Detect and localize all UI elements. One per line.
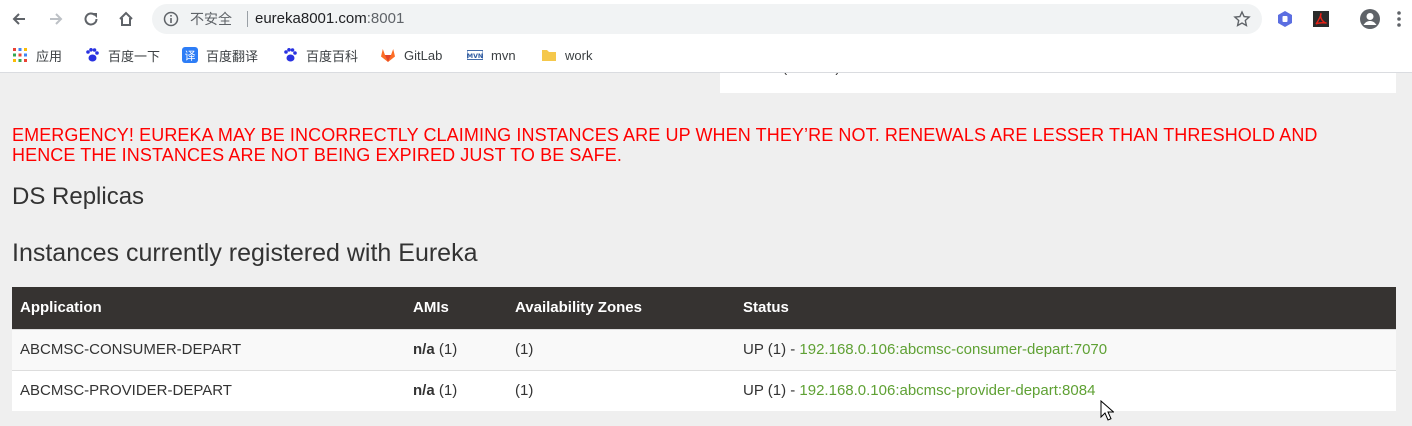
more-vertical-icon bbox=[1397, 11, 1401, 27]
status-cell: UP (1) - 192.168.0.106:abcmsc-consumer-d… bbox=[743, 330, 1107, 370]
bookmark-apps[interactable]: 应用 bbox=[12, 46, 62, 64]
apps-grid-icon bbox=[12, 47, 28, 63]
amis-value: n/a bbox=[413, 382, 435, 399]
emergency-warning: EMERGENCY! EUREKA MAY BE INCORRECTLY CLA… bbox=[12, 125, 1318, 165]
baidu-paw-icon bbox=[282, 47, 298, 63]
application-name: ABCMSC-CONSUMER-DEPART bbox=[20, 341, 242, 358]
extension-hexagon-icon bbox=[1278, 11, 1292, 27]
baidu-paw-icon bbox=[84, 47, 100, 63]
renews-value: 3 bbox=[1036, 73, 1044, 75]
general-info-table-stub: Renews (last min) 3 bbox=[720, 73, 1396, 93]
instances-heading: Instances currently registered with Eure… bbox=[12, 239, 478, 267]
profile-button[interactable] bbox=[1357, 6, 1383, 32]
column-header-application: Application bbox=[20, 299, 102, 316]
arrow-left-icon bbox=[12, 13, 25, 25]
availability-zones-cell: (1) bbox=[515, 382, 534, 399]
bookmark-baidu-search[interactable]: 百度一下 bbox=[84, 46, 160, 64]
renews-label: Renews (last min) bbox=[728, 73, 840, 75]
bookmark-label: 百度一下 bbox=[108, 48, 161, 64]
amis-value: n/a bbox=[413, 341, 435, 358]
status-prefix: UP (1) - bbox=[743, 382, 800, 399]
amis-count: (1) bbox=[438, 341, 458, 358]
folder-icon bbox=[541, 47, 557, 63]
column-header-availability-zones: Availability Zones bbox=[515, 299, 642, 316]
bookmark-label: 百度翻译 bbox=[206, 48, 259, 64]
extension-button[interactable] bbox=[1272, 6, 1298, 32]
pdf-icon bbox=[1313, 11, 1329, 27]
application-name: ABCMSC-PROVIDER-DEPART bbox=[20, 382, 232, 399]
bookmark-work-folder[interactable]: work bbox=[541, 46, 592, 64]
amis-count: (1) bbox=[438, 382, 458, 399]
column-header-amis: AMIs bbox=[413, 299, 449, 316]
bookmark-label: 百度百科 bbox=[306, 48, 359, 64]
url-port: :8001 bbox=[366, 10, 405, 27]
home-button[interactable] bbox=[113, 6, 139, 32]
bookmark-star-icon[interactable] bbox=[1232, 9, 1252, 29]
url-text[interactable]: eureka8001.com:8001 bbox=[255, 10, 404, 28]
instance-status-link[interactable]: 192.168.0.106:abcmsc-consumer-depart:707… bbox=[799, 341, 1107, 358]
table-row: ABCMSC-CONSUMER-DEPART n/a (1) (1) UP (1… bbox=[12, 329, 1396, 370]
column-header-status: Status bbox=[743, 299, 789, 316]
instances-table: Application AMIs Availability Zones Stat… bbox=[12, 287, 1396, 411]
bookmark-label: work bbox=[565, 47, 593, 63]
arrow-right-icon bbox=[50, 13, 63, 25]
url-host: eureka8001.com bbox=[255, 10, 367, 27]
insecure-label: 不安全 bbox=[190, 11, 232, 27]
bookmark-mvn[interactable]: MVN mvn bbox=[467, 46, 516, 64]
mvn-icon: MVN bbox=[467, 47, 483, 63]
bookmark-label: mvn bbox=[491, 47, 516, 63]
bookmarks-bar: 应用 百度一下 译 百度翻译 百度百科 GitLab MVN mvn work bbox=[0, 38, 1412, 73]
bookmark-label: GitLab bbox=[404, 47, 443, 63]
info-icon[interactable] bbox=[162, 10, 180, 28]
mouse-pointer-icon bbox=[1100, 400, 1114, 421]
gitlab-icon bbox=[380, 47, 396, 63]
account-circle-icon bbox=[1360, 9, 1380, 29]
baidu-translate-icon: 译 bbox=[182, 47, 198, 63]
home-icon bbox=[119, 11, 133, 26]
table-row: ABCMSC-PROVIDER-DEPART n/a (1) (1) UP (1… bbox=[12, 370, 1396, 411]
back-button[interactable] bbox=[6, 6, 32, 32]
amis-cell: n/a (1) bbox=[413, 330, 457, 370]
url-divider bbox=[247, 11, 248, 27]
table-header: Application AMIs Availability Zones Stat… bbox=[12, 287, 1396, 329]
svg-text:MVN: MVN bbox=[467, 53, 483, 60]
amis-cell: n/a (1) bbox=[413, 371, 457, 411]
reload-button[interactable] bbox=[78, 6, 104, 32]
menu-button[interactable] bbox=[1386, 6, 1412, 32]
ds-replicas-heading: DS Replicas bbox=[12, 183, 145, 210]
bookmark-baidu-translate[interactable]: 译 百度翻译 bbox=[182, 46, 258, 64]
status-cell: UP (1) - 192.168.0.106:abcmsc-provider-d… bbox=[743, 371, 1095, 411]
pdf-extension-button[interactable] bbox=[1308, 6, 1334, 32]
reload-icon bbox=[84, 12, 98, 26]
svg-text:译: 译 bbox=[185, 50, 196, 63]
address-bar[interactable]: 不安全 eureka8001.com:8001 bbox=[152, 4, 1262, 34]
instance-status-link[interactable]: 192.168.0.106:abcmsc-provider-depart:808… bbox=[799, 382, 1095, 399]
forward-button[interactable] bbox=[43, 6, 69, 32]
bookmark-gitlab[interactable]: GitLab bbox=[380, 46, 442, 64]
status-prefix: UP (1) - bbox=[743, 341, 800, 358]
bookmark-baidu-baike[interactable]: 百度百科 bbox=[282, 46, 358, 64]
browser-toolbar: 不安全 eureka8001.com:8001 bbox=[0, 0, 1412, 38]
eureka-dashboard: Renews (last min) 3 EMERGENCY! EUREKA MA… bbox=[0, 73, 1412, 426]
bookmark-label: 应用 bbox=[36, 48, 63, 64]
availability-zones-cell: (1) bbox=[515, 341, 534, 358]
